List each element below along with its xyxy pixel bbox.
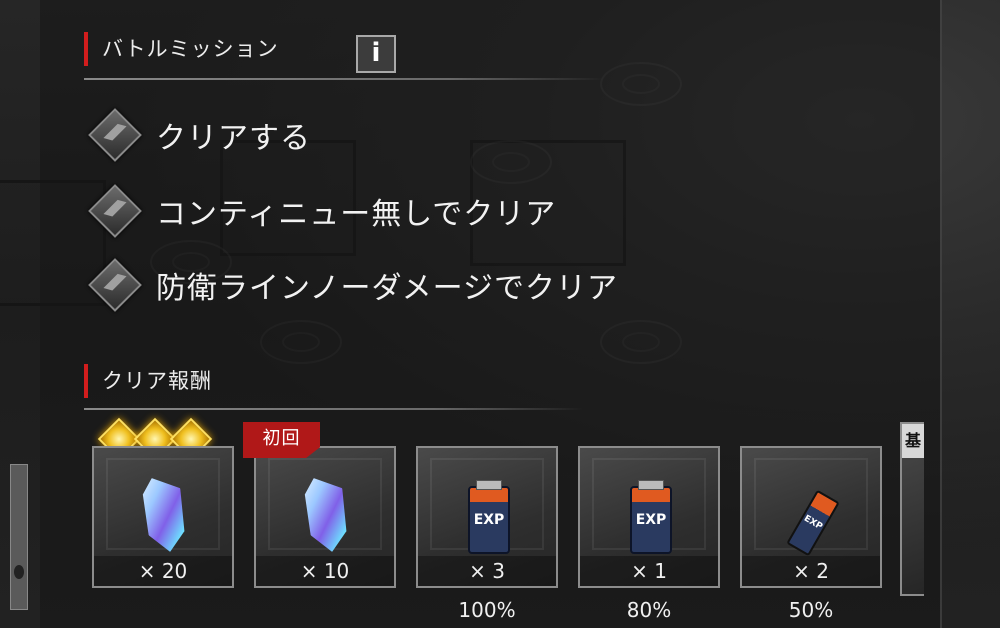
reward-count: × 1 [580,556,718,586]
reward-item[interactable]: EXP × 3 100% [416,446,558,622]
mission-text: コンティニュー無しでクリア [156,197,557,232]
reward-item[interactable]: EXP × 1 80% [578,446,720,622]
battle-mission-divider [84,78,604,80]
reward-item-partial[interactable]: 基 [900,422,924,596]
exp-battery-icon: EXP [468,480,510,554]
side-scroll-knob[interactable] [14,565,24,579]
reward-count: × 2 [742,556,880,586]
drop-rate: 100% [458,598,516,622]
clear-rewards-divider [84,408,584,410]
mission-text: 防衛ラインノーダメージでクリア [156,271,618,306]
mission-item: 防衛ラインノーダメージでクリア [84,258,618,312]
drop-rate: 80% [626,598,672,622]
side-scroll-track[interactable] [10,464,28,610]
mission-diamond-icon [88,184,142,238]
mission-text: クリアする [156,121,311,156]
reward-count: × 3 [418,556,556,586]
mission-item: コンティニュー無しでクリア [84,184,557,238]
mission-item: クリアする [84,108,311,162]
reward-count: × 10 [256,556,394,586]
reward-count: × 20 [94,556,232,586]
battle-mission-title: バトルミッション [84,32,279,66]
reward-item[interactable]: × 20 [92,446,234,588]
mission-diamond-icon [88,258,142,312]
clear-rewards-title: クリア報酬 [84,364,212,398]
reward-item[interactable]: × 10 [254,446,396,588]
first-clear-tag: 初回 [243,422,320,458]
info-button[interactable]: i [356,35,396,73]
drop-rate: 50% [788,598,834,622]
reward-item[interactable]: EXP × 2 50% [740,446,882,622]
crystal-icon [135,472,194,556]
exp-small-battery-icon: EXP [786,489,840,557]
mission-diamond-icon [88,108,142,162]
exp-battery-icon: EXP [630,480,672,554]
base-reward-tag: 基 [902,424,924,458]
crystal-icon [297,472,356,556]
